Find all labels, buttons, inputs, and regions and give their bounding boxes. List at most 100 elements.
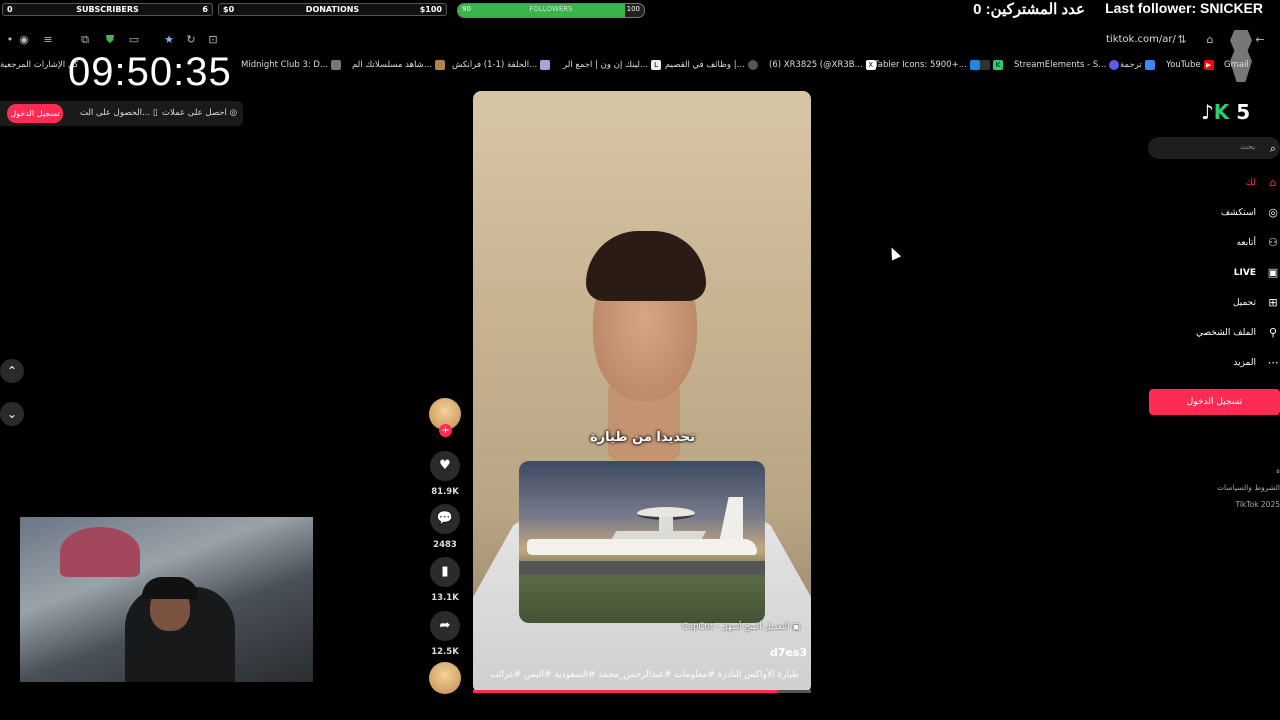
get-coins-button[interactable]: احصل على عملات ◎	[162, 108, 237, 118]
comment-icon: 💬	[436, 511, 454, 526]
star-icon[interactable]: ★	[162, 33, 176, 47]
video-author[interactable]: d7es3	[770, 646, 807, 659]
like-count: 81.9K	[431, 487, 459, 497]
subscriber-count-text: عدد المشتركين: 0	[973, 1, 1085, 18]
bookmark-favicon-icon	[969, 60, 980, 70]
save-count: 13.1K	[431, 593, 459, 603]
bookmark-item[interactable]: Gmail	[1224, 60, 1249, 70]
castle-logo-icon	[1230, 30, 1252, 82]
search-input[interactable]	[1148, 137, 1280, 159]
playlist-icon[interactable]: ≡	[41, 33, 55, 47]
get-coins-label: احصل على عملات	[162, 108, 227, 118]
bookmark-favicon-icon	[980, 60, 990, 70]
bookmark-favicon-icon	[1109, 60, 1120, 70]
followers-label: FOLLOWERS	[529, 5, 573, 13]
search-icon[interactable]: ⌕	[1266, 142, 1280, 156]
share-count: 12.5K	[431, 647, 459, 657]
streamer-webcam	[20, 517, 313, 682]
bookmark-item[interactable]: YouTube ▶	[1166, 60, 1214, 70]
next-video-button[interactable]: ⌄	[0, 402, 24, 426]
donations-widget: $0 DONATIONS $100	[218, 3, 447, 16]
tiktok-logo[interactable]: ♪K 5	[1201, 100, 1250, 124]
sidebar-item-explore[interactable]: استكشف	[1221, 208, 1256, 218]
bookmark-favicon-icon: L	[651, 60, 662, 70]
share-button[interactable]: ➦	[430, 611, 460, 641]
back-icon[interactable]: ←	[1253, 33, 1267, 47]
video-caption: تحديدا من طيارة	[590, 430, 695, 445]
logo-number: 5	[1236, 100, 1251, 124]
refresh-icon[interactable]: ↻	[184, 33, 198, 47]
footer-link[interactable]: ة	[1276, 466, 1280, 475]
sidebar-item-upload[interactable]: تحميل	[1233, 298, 1256, 308]
bookmark-item[interactable]: K	[980, 60, 1003, 70]
sidebar-item-live[interactable]: LIVE	[1234, 268, 1256, 278]
bookmark-favicon-icon	[434, 60, 445, 70]
bookmark-item[interactable]: Midnight Club 3: D...	[241, 60, 342, 70]
bookmark-item[interactable]: (6) XR3825 (@XR3B... X	[769, 60, 876, 70]
comment-button[interactable]: 💬	[430, 504, 460, 534]
home-icon[interactable]: ⌂	[1203, 33, 1217, 47]
sidebar-item-for-you[interactable]: لك	[1246, 178, 1256, 188]
video-description: طيارة الأواكس النادرة #معلومات #عبدالرحم…	[490, 670, 800, 680]
bookmark-favicon-icon: K	[993, 60, 1003, 70]
get-app-label: الحصول على الت...	[80, 108, 151, 118]
heart-icon: ♥	[439, 458, 451, 473]
live-icon[interactable]: ▣	[1266, 266, 1280, 280]
tiktok-note-icon: ♪	[1201, 100, 1214, 124]
upload-plus-icon[interactable]: ⊞	[1266, 296, 1280, 310]
bookmark-item[interactable]: ترجمة	[1120, 60, 1155, 70]
bookmark-item[interactable]: كل الإشارات المرجعية	[0, 60, 78, 70]
bookmark-favicon-icon	[331, 60, 342, 70]
comment-count: 2483	[433, 540, 457, 550]
chevron-up-icon: ⌃	[6, 364, 18, 378]
footer-copyright: TikTok 2025	[1235, 500, 1280, 509]
kick-logo-icon: K	[1213, 100, 1230, 124]
footer-terms-link[interactable]: الشروط والسياسات	[1217, 483, 1280, 492]
subs-label: SUBSCRIBERS	[76, 5, 139, 14]
phone-icon: ▯	[152, 108, 158, 118]
bookmark-item[interactable]: StreamElements - S...	[1014, 60, 1120, 70]
previous-video-button[interactable]: ⌃	[0, 359, 24, 383]
menu-icon[interactable]: •	[3, 33, 17, 47]
following-user-icon[interactable]: ⚇	[1266, 236, 1280, 250]
address-bar[interactable]: tiktok.com/ar/	[1106, 34, 1176, 45]
shield-icon[interactable]: ⛊	[103, 33, 117, 47]
save-button[interactable]: ▮	[430, 557, 460, 587]
home-icon[interactable]: ⌂	[1266, 176, 1280, 190]
share-arrow-icon: ➦	[439, 618, 451, 633]
compass-icon[interactable]: ◎	[1266, 206, 1280, 220]
sidebar-item-more[interactable]: المزيد	[1233, 358, 1256, 368]
followers-goal-bar: 90 FOLLOWERS 100	[457, 3, 645, 18]
bookmark-item[interactable]: الحلقة (1-1) فرانكش...	[452, 60, 551, 70]
awacs-plane-image	[519, 461, 765, 623]
subscribers-widget: 0 SUBSCRIBERS 6	[2, 3, 213, 16]
more-dots-icon[interactable]: ⋯	[1266, 356, 1280, 370]
tab-icon[interactable]: ▭	[127, 33, 141, 47]
site-settings-icon[interactable]: ⇅	[1175, 33, 1189, 47]
followers-right-value: 100	[626, 5, 640, 13]
get-app-button[interactable]: الحصول على الت... ▯	[80, 108, 158, 118]
puzzle-icon[interactable]: ⧉	[78, 33, 92, 47]
screenshot-icon[interactable]: ⊡	[206, 33, 220, 47]
overlay-clock: 09:50:35	[68, 50, 232, 94]
header-login-button[interactable]: تسجيل الدخول	[7, 104, 63, 123]
sidebar-login-button[interactable]: تسجيل الدخول	[1149, 389, 1280, 415]
sidebar-item-profile[interactable]: الملف الشخصي	[1196, 328, 1256, 338]
capcut-tag[interactable]: CapCut - التعديل أصبح أسهل ▣	[682, 622, 800, 632]
sidebar-item-following[interactable]: أتابعه	[1237, 238, 1256, 248]
extension-icon[interactable]: ◉	[17, 33, 31, 47]
video-progress-bar[interactable]	[473, 690, 811, 693]
follow-plus-icon[interactable]: +	[439, 424, 452, 437]
bookmark-item[interactable]: وظائف في القصيم |...	[665, 60, 758, 70]
video-progress-fill	[473, 690, 778, 693]
profile-icon[interactable]: ⚲	[1266, 326, 1280, 340]
bookmark-favicon-icon	[747, 60, 758, 70]
bookmark-item[interactable]: شاهد مسلسلاتك الم...	[352, 60, 445, 70]
video-frame-hair	[586, 231, 706, 301]
chevron-down-icon: ⌄	[6, 407, 18, 421]
music-disc-avatar[interactable]	[429, 662, 461, 694]
bookmark-item[interactable]: Tabler Icons: 5900+...	[874, 60, 980, 70]
capcut-label: CapCut - التعديل أصبح أسهل	[682, 622, 790, 632]
like-button[interactable]: ♥	[430, 451, 460, 481]
bookmark-item[interactable]: لينك إن ون | اجمع الر... L	[563, 60, 662, 70]
